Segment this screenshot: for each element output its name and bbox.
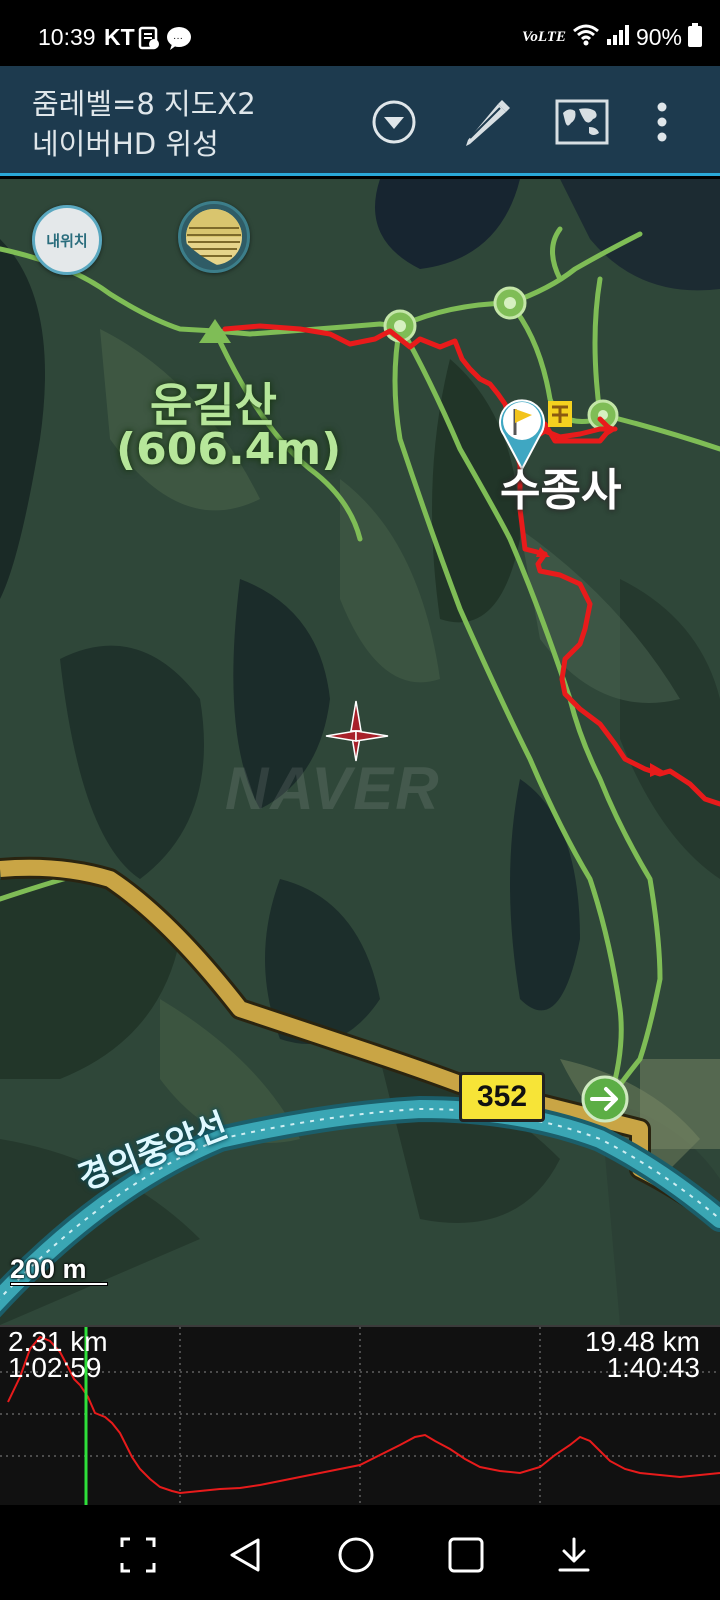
map-select-button[interactable]: [552, 92, 612, 152]
temple-name-label: 수종사: [500, 465, 622, 516]
system-nav-bar: [0, 1505, 720, 1600]
direction-arrow-icon: [581, 1075, 629, 1123]
battery-icon: [688, 23, 702, 51]
recents-icon: [448, 1537, 484, 1573]
zoom-level-label: 줌레벨=8 지도X2: [32, 87, 256, 121]
back-button[interactable]: [224, 1533, 268, 1577]
sim-card-icon: [138, 26, 160, 54]
edit-button[interactable]: [456, 92, 516, 152]
back-icon: [230, 1538, 260, 1572]
layer-icon: [186, 209, 242, 265]
profile-right-time: 1:40:43: [606, 1352, 700, 1383]
my-location-button[interactable]: 내위치: [32, 205, 102, 275]
map-source-label: 네이버HD 위성: [32, 127, 219, 161]
status-bar: 10:39 KT ··· VoLTE 90%: [0, 0, 720, 66]
my-location-label: 내위치: [46, 231, 88, 250]
scale-line: [10, 1282, 108, 1286]
status-right: VoLTE 90%: [522, 22, 702, 52]
scale-label: 200 m: [10, 1254, 87, 1284]
signal-icon: [606, 24, 630, 50]
profile-left-time: 1:02:59: [8, 1352, 102, 1383]
road-number-shield: 352: [459, 1072, 545, 1122]
map-view[interactable]: NAVER 내위치 운길산 (606.4m) 수종사 경의중앙선 352 200…: [0, 179, 720, 1325]
map-icon: [555, 99, 609, 145]
collapse-button[interactable]: [552, 1533, 596, 1577]
scale-bar: 200 m: [6, 1254, 108, 1286]
talk-message-icon: ···: [166, 26, 194, 54]
recents-button[interactable]: [444, 1533, 488, 1577]
home-button[interactable]: [334, 1533, 378, 1577]
battery-percent: 90%: [635, 23, 682, 50]
peak-altitude-label: (606.4m): [116, 424, 342, 475]
pencil-icon: [466, 100, 510, 146]
layer-button[interactable]: [178, 201, 250, 273]
overflow-menu-button[interactable]: [632, 92, 692, 152]
collapse-icon: [558, 1537, 590, 1572]
more-vert-icon: [657, 102, 667, 142]
wifi-icon: [572, 24, 600, 50]
svg-text:···: ···: [173, 33, 183, 44]
screenshot-button[interactable]: [116, 1533, 160, 1577]
dropdown-button[interactable]: [364, 92, 424, 152]
app-bar: 줌레벨=8 지도X2 네이버HD 위성: [0, 66, 720, 176]
elevation-profile[interactable]: 2.31 km 1:02:59 19.48 km 1:40:43: [0, 1325, 720, 1507]
naver-watermark: NAVER: [225, 755, 441, 822]
home-icon: [338, 1537, 374, 1573]
volte-label: VoLTE: [522, 28, 566, 45]
map-info-title[interactable]: 줌레벨=8 지도X2 네이버HD 위성: [32, 84, 256, 164]
dropdown-icon: [372, 100, 416, 144]
status-carrier: KT: [104, 24, 135, 50]
screenshot-icon: [120, 1537, 156, 1573]
status-time: 10:39: [38, 24, 96, 50]
